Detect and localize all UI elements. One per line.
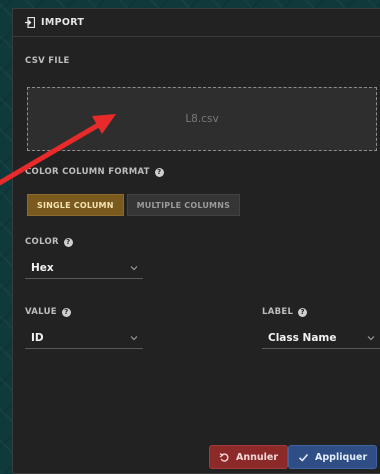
csv-file-label-text: CSV FILE [25,56,70,66]
label-label: LABEL ? [262,307,308,317]
import-dialog: IMPORT CSV FILE L8.csv COLOR COLUMN FORM… [12,8,380,474]
csv-dropzone[interactable]: L8.csv [27,87,377,151]
label-select-value: Class Name [268,331,337,344]
check-icon [298,453,309,462]
value-label: VALUE ? [25,307,71,317]
color-label-text: COLOR [25,237,59,247]
help-icon[interactable]: ? [154,167,164,177]
multiple-columns-button[interactable]: MULTIPLE COLUMNS [126,194,241,216]
color-format-label: COLOR COLUMN FORMAT ? [25,167,164,177]
apply-button[interactable]: Appliquer [288,445,378,469]
chevron-down-icon [367,335,375,340]
color-label: COLOR ? [25,237,73,247]
chevron-down-icon [130,335,138,340]
value-select[interactable]: ID [25,327,143,349]
label-label-text: LABEL [262,307,294,317]
help-icon[interactable]: ? [61,307,71,317]
help-icon[interactable]: ? [298,307,308,317]
apply-button-label: Appliquer [315,451,368,463]
label-select[interactable]: Class Name [262,327,380,349]
dialog-title: IMPORT [41,17,85,28]
value-label-text: VALUE [25,307,57,317]
cancel-button[interactable]: Annuler [209,445,289,469]
cancel-button-label: Annuler [236,451,279,463]
csv-file-label: CSV FILE [25,56,70,66]
color-select[interactable]: Hex [25,257,143,279]
chevron-down-icon [130,265,138,270]
help-icon[interactable]: ? [63,237,73,247]
csv-filename: L8.csv [185,113,219,125]
undo-icon [219,452,229,462]
color-format-toggle: SINGLE COLUMN MULTIPLE COLUMNS [27,194,241,216]
single-column-button[interactable]: SINGLE COLUMN [27,194,124,216]
dialog-header: IMPORT [13,9,380,37]
color-select-value: Hex [31,261,54,274]
import-icon [25,17,35,28]
value-select-value: ID [31,331,44,344]
color-format-label-text: COLOR COLUMN FORMAT [25,167,150,177]
